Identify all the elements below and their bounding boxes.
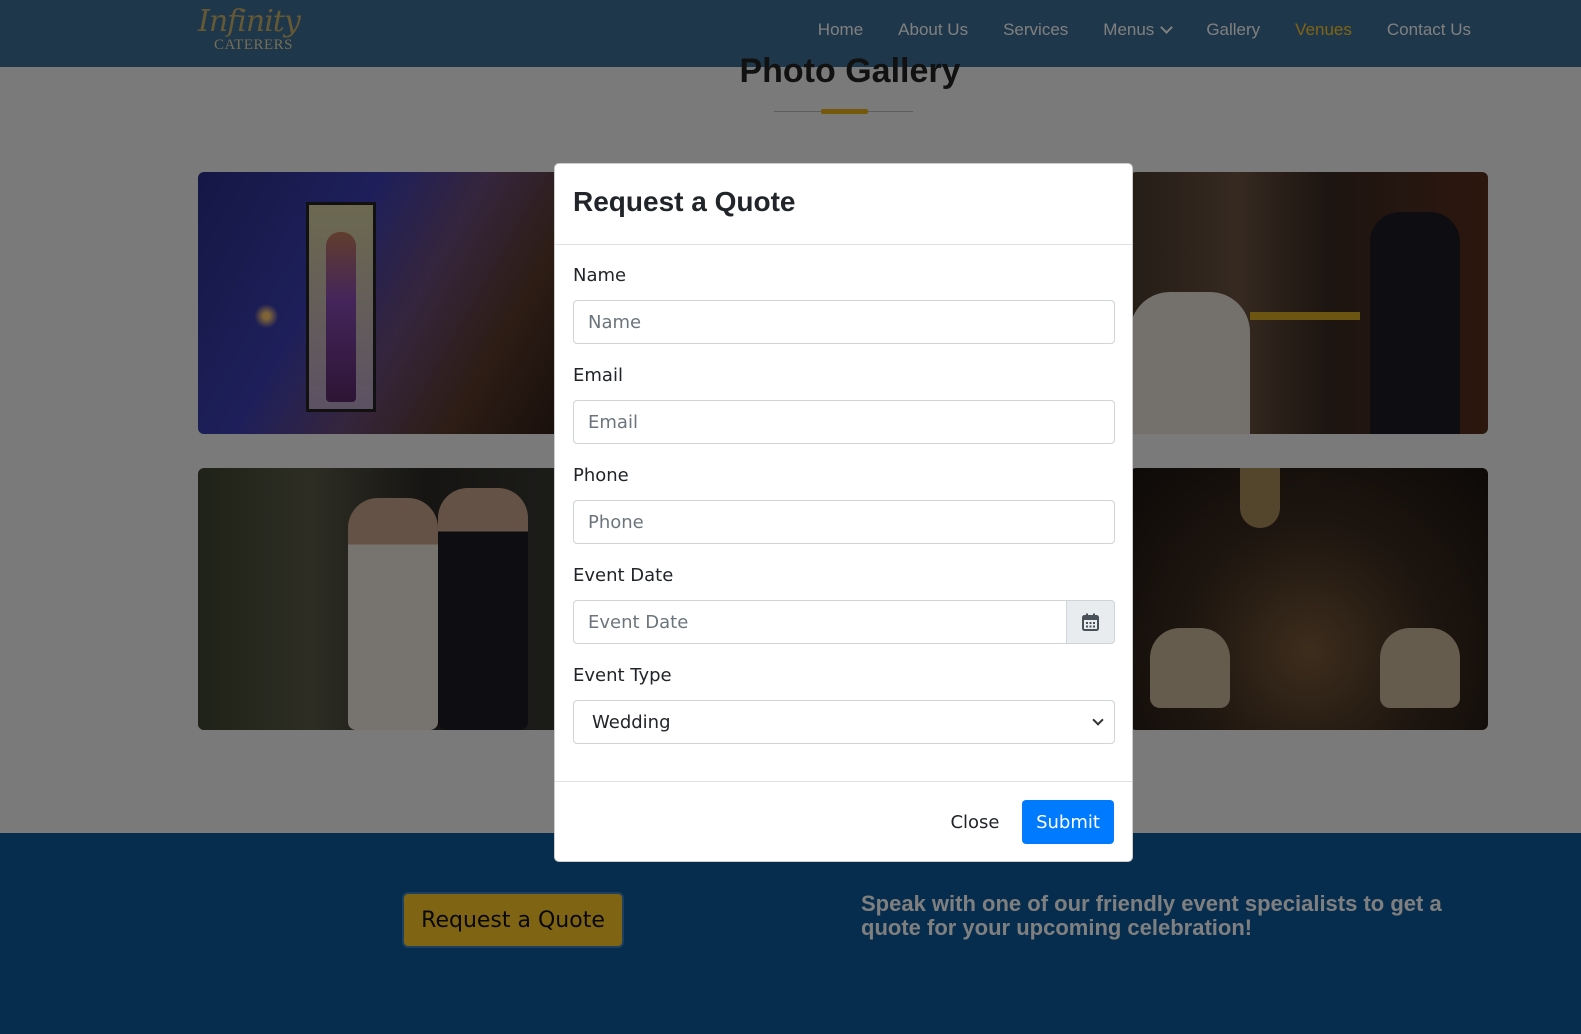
name-input[interactable] [573, 300, 1115, 344]
modal-title: Request a Quote [573, 186, 796, 217]
name-label: Name [573, 265, 627, 286]
event-type-label: Event Type [573, 665, 672, 686]
chevron-down-icon [1092, 714, 1104, 726]
event-date-label: Event Date [573, 565, 674, 586]
event-date-input[interactable] [573, 600, 1067, 644]
email-label: Email [573, 365, 623, 386]
request-quote-modal: Request a Quote Name Email Phone Event D… [554, 163, 1133, 862]
email-input[interactable] [573, 400, 1115, 444]
phone-label: Phone [573, 465, 629, 486]
modal-footer-divider [555, 781, 1132, 782]
submit-button[interactable]: Submit [1022, 800, 1114, 844]
close-button[interactable]: Close [937, 800, 1013, 844]
event-date-group [573, 600, 1115, 644]
calendar-icon [1082, 613, 1099, 631]
modal-header-divider [555, 244, 1132, 245]
phone-input[interactable] [573, 500, 1115, 544]
event-type-selected-value: Wedding [592, 711, 671, 733]
date-picker-button[interactable] [1066, 600, 1115, 644]
event-type-select[interactable]: Wedding [573, 700, 1115, 744]
